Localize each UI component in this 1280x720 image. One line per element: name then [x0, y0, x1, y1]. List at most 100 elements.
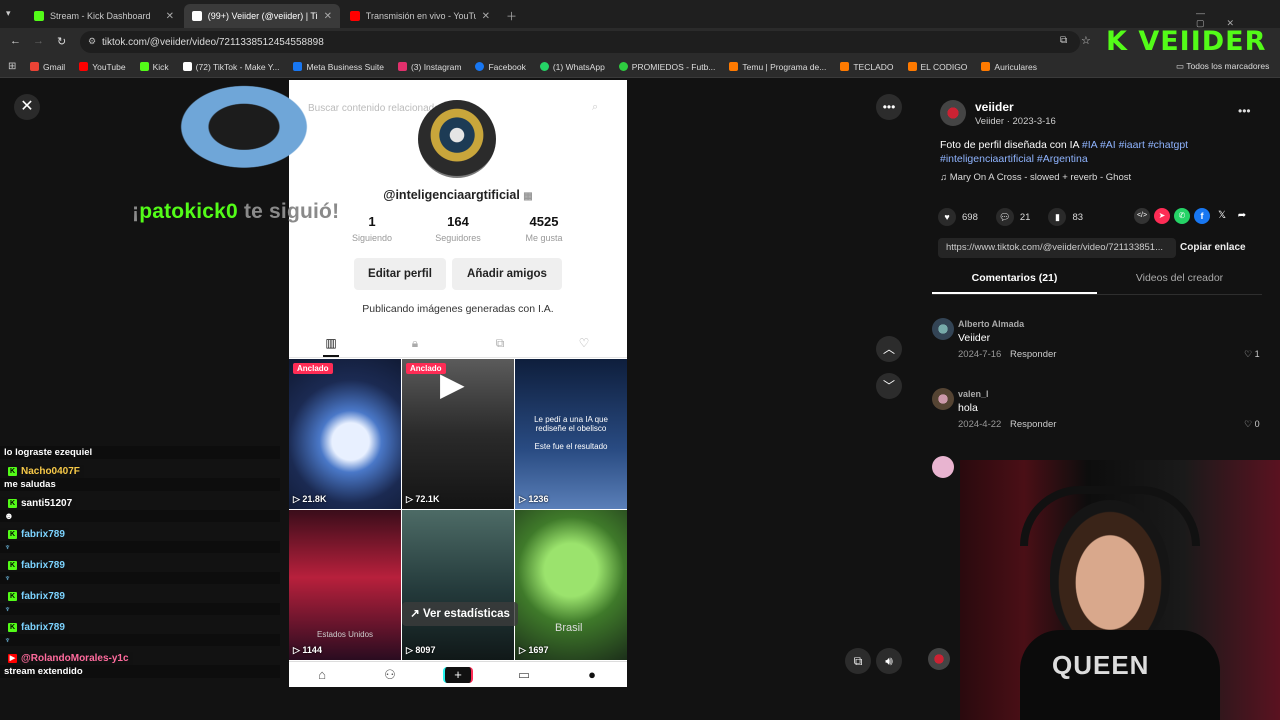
- copy-link-button[interactable]: Copiar enlace: [1180, 238, 1246, 258]
- store-icon: [907, 62, 917, 71]
- bookmark-temu[interactable]: Temu | Programa de...: [729, 62, 826, 72]
- volume-icon[interactable]: 🔊︎: [876, 648, 902, 674]
- close-tab-icon[interactable]: ✕: [482, 11, 490, 22]
- like-heart-icon[interactable]: ♥: [938, 208, 956, 226]
- store-icon: [840, 62, 850, 71]
- bookmark-facebook[interactable]: Facebook: [475, 62, 526, 72]
- bookmark-auriculares[interactable]: Auriculares: [981, 62, 1037, 72]
- site-info-icon[interactable]: ⚙: [88, 36, 96, 47]
- post-more-icon[interactable]: •••: [1238, 104, 1251, 118]
- bookmark-youtube[interactable]: YouTube: [79, 62, 126, 72]
- post-date: 2023-3-16: [1012, 116, 1056, 127]
- more-options-icon[interactable]: •••: [876, 94, 902, 120]
- tile-views: ▷ 1236: [519, 494, 549, 504]
- kick-favicon-icon: [34, 11, 44, 21]
- saves-count: 83: [1072, 211, 1084, 223]
- tab-comments[interactable]: Comentarios (21): [932, 272, 1097, 284]
- next-video-icon[interactable]: ﹀: [876, 373, 902, 399]
- reload-icon[interactable]: ↻: [57, 35, 66, 48]
- picture-in-picture-icon[interactable]: ⧉: [845, 648, 871, 674]
- chat-username: Ksanti51207: [0, 497, 77, 510]
- close-tab-icon[interactable]: ✕: [166, 11, 174, 22]
- bookmark-teclado[interactable]: TECLADO: [840, 61, 894, 72]
- new-tab-icon[interactable]: ＋: [506, 8, 517, 24]
- close-video-icon[interactable]: ✕: [14, 94, 40, 120]
- chat-user: fabrix789: [21, 529, 65, 540]
- forward-icon[interactable]: →: [33, 35, 44, 47]
- author-meta: Veiider · 2023-3-16: [975, 116, 1056, 127]
- bookmark-star-icon[interactable]: ☆: [1081, 34, 1091, 47]
- tab-youtube[interactable]: Transmisión en vivo - YouTube ✕: [342, 4, 498, 28]
- reply-button[interactable]: Responder: [1010, 419, 1056, 430]
- bookmark-label: PROMIEDOS - Futb...: [631, 61, 716, 72]
- video-tile: Le pedí a una IA que rediseñe el obelisc…: [515, 359, 627, 509]
- kick-badge-icon: K: [8, 623, 17, 632]
- address-bar[interactable]: tiktok.com/@veiider/video/72113385124545…: [80, 31, 1080, 53]
- back-icon[interactable]: ←: [10, 35, 21, 47]
- share-arrow-icon[interactable]: ➦: [1234, 208, 1250, 224]
- tab-tiktok[interactable]: (99+) Veiider (@veiider) | TikTok ✕: [184, 4, 340, 28]
- comment-user[interactable]: valen_l: [958, 389, 989, 399]
- commenter-avatar[interactable]: [932, 318, 954, 340]
- video-link-field[interactable]: https://www.tiktok.com/@veiider/video/72…: [938, 238, 1176, 258]
- view-stats-button[interactable]: ↗ Ver estadísticas: [402, 602, 518, 626]
- video-tile: Brasil ▷ 1697: [515, 510, 627, 660]
- emote-icon: ♆: [0, 541, 280, 553]
- bookmark-icon[interactable]: ▮: [1048, 208, 1067, 226]
- stat-likes: 4525 Me gusta: [504, 214, 584, 243]
- tab-creator-videos[interactable]: Videos del creador: [1097, 272, 1262, 284]
- emote-icon: ♆: [0, 603, 280, 615]
- close-tab-icon[interactable]: ✕: [324, 11, 332, 22]
- author-username[interactable]: veiider: [975, 100, 1014, 114]
- tab-kick-dashboard[interactable]: Stream - Kick Dashboard ✕: [26, 4, 182, 28]
- views-count: 21.8K: [302, 494, 327, 504]
- follow-text: te siguió!: [243, 200, 340, 223]
- tiktok-icon: [182, 62, 192, 71]
- facebook-icon: [475, 62, 485, 71]
- send-icon[interactable]: ➤: [1154, 208, 1170, 224]
- youtube-favicon-icon: [350, 11, 360, 21]
- x-share-icon[interactable]: 𝕏: [1214, 208, 1230, 224]
- view-stats-label: Ver estadísticas: [422, 608, 510, 620]
- hashtags[interactable]: #IA #AI #iaart #chatgpt: [1082, 139, 1188, 151]
- bookmark-label: TECLADO: [853, 61, 894, 72]
- chat-username: Kfabrix789: [0, 590, 69, 603]
- comment-icon[interactable]: 💬︎: [995, 208, 1014, 226]
- author-avatar[interactable]: [940, 100, 966, 126]
- music-row[interactable]: ♫ Mary On A Cross - slowed + reverb - Gh…: [940, 172, 1131, 183]
- home-icon: ⌂: [318, 667, 326, 682]
- bookmark-label: (72) TikTok - Make Y...: [195, 61, 280, 72]
- bookmark-kick[interactable]: Kick: [139, 62, 169, 72]
- hashtags[interactable]: #inteligenciaartificial #Argentina: [940, 153, 1088, 165]
- edit-profile-button: Editar perfil: [354, 258, 446, 290]
- bookmark-promiedos[interactable]: PROMIEDOS - Futb...: [618, 61, 716, 72]
- commenter-avatar[interactable]: [932, 456, 954, 478]
- views-count: 8097: [415, 645, 436, 655]
- apps-grid-icon[interactable]: ⊞: [8, 61, 16, 72]
- all-bookmarks[interactable]: ▭ Todos los marcadores: [1176, 61, 1269, 72]
- reply-button[interactable]: Responder: [1010, 349, 1056, 360]
- headphones-icon: [1020, 486, 1200, 546]
- comment-like[interactable]: ♡ 1: [1244, 349, 1260, 360]
- commenter-avatar[interactable]: [932, 388, 954, 410]
- youtube-icon: [79, 62, 89, 71]
- bookmark-meta[interactable]: Meta Business Suite: [293, 61, 384, 72]
- tiktok-favicon-icon: [192, 11, 202, 21]
- tab-search-icon[interactable]: ▾: [6, 8, 11, 19]
- whatsapp-share-icon[interactable]: ✆: [1174, 208, 1190, 224]
- bookmark-label: Meta Business Suite: [306, 61, 384, 72]
- chat-entry: ▶ @RolandoMorales-y1c stream extendido: [0, 652, 280, 678]
- bookmark-whatsapp[interactable]: (1) WhatsApp: [539, 62, 605, 72]
- youtube-badge-icon: ▶: [8, 654, 17, 663]
- bookmark-instagram[interactable]: (3) Instagram: [397, 62, 461, 72]
- facebook-share-icon[interactable]: f: [1194, 208, 1210, 224]
- comment-like[interactable]: ♡ 0: [1244, 419, 1260, 430]
- bookmark-gmail[interactable]: Gmail: [30, 62, 65, 72]
- bookmark-tiktok[interactable]: (72) TikTok - Make Y...: [182, 61, 280, 72]
- bookmark-el-codigo[interactable]: EL CODIGO: [907, 62, 967, 72]
- embed-code-icon[interactable]: </>: [1134, 208, 1150, 224]
- caption-text: Foto de perfil diseñada con IA: [940, 139, 1079, 151]
- install-app-icon[interactable]: ⧉: [1060, 35, 1067, 46]
- comment-user[interactable]: Alberto Almada: [958, 319, 1024, 329]
- previous-video-icon[interactable]: ︿: [876, 336, 902, 362]
